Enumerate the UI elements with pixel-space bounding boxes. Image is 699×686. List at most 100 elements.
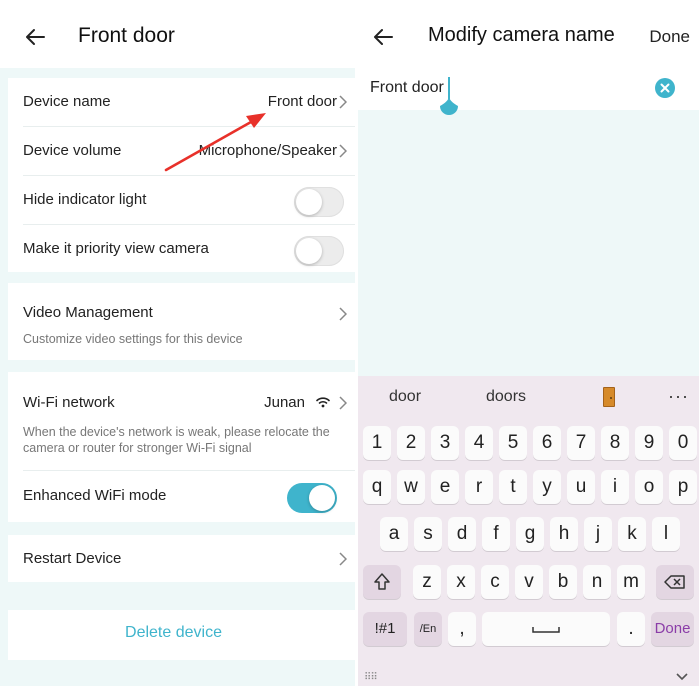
hide-indicator-toggle[interactable]: [294, 187, 344, 217]
done-button[interactable]: Done: [649, 27, 690, 47]
device-settings-screen: Front door Device name Front door Device…: [0, 0, 355, 686]
restart-device-row[interactable]: Restart Device: [8, 535, 355, 582]
key-w[interactable]: w: [397, 470, 425, 504]
network-card: Wi-Fi network Junan When the device's ne…: [8, 372, 355, 522]
period-key[interactable]: .: [617, 612, 645, 646]
wifi-network-value: Junan: [264, 394, 305, 411]
key-t[interactable]: t: [499, 470, 527, 504]
door-emoji-icon[interactable]: [603, 387, 615, 407]
key-p[interactable]: p: [669, 470, 697, 504]
comma-key[interactable]: ,: [448, 612, 476, 646]
page-title: Front door: [78, 24, 175, 47]
suggestion-door[interactable]: door: [389, 388, 421, 406]
clear-text-button[interactable]: [655, 78, 675, 98]
soft-keyboard: door doors ··· 1234567890 qwertyuiop asdfg…: [358, 376, 699, 686]
key-l[interactable]: l: [652, 517, 680, 551]
modify-name-screen: Modify camera name Done door doors ··· 1…: [358, 0, 699, 686]
wifi-network-row[interactable]: Wi-Fi network Junan When the device's ne…: [8, 372, 355, 466]
keyboard-done-key[interactable]: Done: [651, 612, 694, 646]
video-management-card[interactable]: Video Management Customize video setting…: [8, 283, 355, 360]
chevron-right-icon: [339, 95, 347, 109]
key-s[interactable]: s: [414, 517, 442, 551]
enhanced-wifi-row: Enhanced WiFi mode: [8, 472, 355, 521]
backspace-key[interactable]: [656, 565, 694, 599]
chevron-right-icon: [339, 144, 347, 158]
toggle-knob: [296, 238, 322, 264]
key-h[interactable]: h: [550, 517, 578, 551]
back-button[interactable]: [24, 26, 46, 48]
key-r[interactable]: r: [465, 470, 493, 504]
key-1[interactable]: 1: [363, 426, 391, 460]
key-5[interactable]: 5: [499, 426, 527, 460]
keyboard-footer: ⠿⠿: [358, 672, 699, 686]
key-m[interactable]: m: [617, 565, 645, 599]
key-k[interactable]: k: [618, 517, 646, 551]
key-j[interactable]: j: [584, 517, 612, 551]
device-name-row[interactable]: Device name Front door: [8, 78, 355, 127]
symbols-key[interactable]: !#1: [363, 612, 407, 646]
shift-key[interactable]: [363, 565, 401, 599]
chevron-right-icon: [339, 307, 347, 321]
key-d[interactable]: d: [448, 517, 476, 551]
device-volume-row[interactable]: Device volume Microphone/Speaker: [8, 127, 355, 176]
key-x[interactable]: x: [447, 565, 475, 599]
camera-name-input[interactable]: [370, 76, 640, 100]
key-e[interactable]: e: [431, 470, 459, 504]
key-n[interactable]: n: [583, 565, 611, 599]
keyboard-grid-icon[interactable]: ⠿⠿: [364, 672, 378, 683]
key-2[interactable]: 2: [397, 426, 425, 460]
priority-view-label: Make it priority view camera: [23, 240, 209, 257]
hide-indicator-label: Hide indicator light: [23, 191, 147, 208]
key-3[interactable]: 3: [431, 426, 459, 460]
chevron-right-icon: [339, 396, 347, 410]
device-settings-card: Device name Front door Device volume Mic…: [8, 78, 355, 272]
device-volume-label: Device volume: [23, 142, 122, 159]
chevron-right-icon: [339, 552, 347, 566]
key-6[interactable]: 6: [533, 426, 561, 460]
language-key[interactable]: /En: [414, 612, 442, 646]
restart-device-label: Restart Device: [23, 550, 122, 567]
back-button[interactable]: [372, 26, 394, 48]
toggle-knob: [309, 485, 335, 511]
key-8[interactable]: 8: [601, 426, 629, 460]
key-q[interactable]: q: [363, 470, 391, 504]
space-key[interactable]: [482, 612, 610, 646]
shift-icon: [374, 573, 390, 590]
divider: [23, 470, 355, 471]
wifi-description-line-1: When the device's network is weak, pleas…: [23, 425, 330, 439]
more-suggestions-button[interactable]: ···: [668, 386, 689, 407]
page-title: Modify camera name: [428, 24, 615, 46]
suggestion-doors[interactable]: doors: [486, 388, 526, 406]
device-name-value: Front door: [267, 93, 337, 110]
key-0[interactable]: 0: [669, 426, 697, 460]
key-o[interactable]: o: [635, 470, 663, 504]
close-icon: [660, 83, 670, 93]
key-7[interactable]: 7: [567, 426, 595, 460]
delete-device-button[interactable]: Delete device: [0, 624, 347, 642]
wifi-signal-icon: [316, 396, 330, 408]
arrow-left-icon: [374, 29, 393, 45]
header-bar: Modify camera name Done: [358, 0, 699, 64]
key-v[interactable]: v: [515, 565, 543, 599]
key-i[interactable]: i: [601, 470, 629, 504]
priority-view-toggle[interactable]: [294, 236, 344, 266]
key-f[interactable]: f: [482, 517, 510, 551]
space-bar-icon: [532, 627, 560, 633]
key-9[interactable]: 9: [635, 426, 663, 460]
enhanced-wifi-toggle[interactable]: [287, 483, 337, 513]
cursor-handle-icon[interactable]: [438, 95, 460, 117]
arrow-left-icon: [26, 29, 45, 45]
key-b[interactable]: b: [549, 565, 577, 599]
suggestion-bar: door doors ···: [358, 376, 699, 418]
key-c[interactable]: c: [481, 565, 509, 599]
key-u[interactable]: u: [567, 470, 595, 504]
key-a[interactable]: a: [380, 517, 408, 551]
video-management-description: Customize video settings for this device: [23, 332, 243, 346]
wifi-description-line-2: camera or router for stronger Wi-Fi sign…: [23, 441, 252, 455]
key-z[interactable]: z: [413, 565, 441, 599]
chevron-down-icon[interactable]: [675, 670, 689, 684]
wifi-network-label: Wi-Fi network: [23, 394, 115, 411]
key-g[interactable]: g: [516, 517, 544, 551]
key-y[interactable]: y: [533, 470, 561, 504]
key-4[interactable]: 4: [465, 426, 493, 460]
